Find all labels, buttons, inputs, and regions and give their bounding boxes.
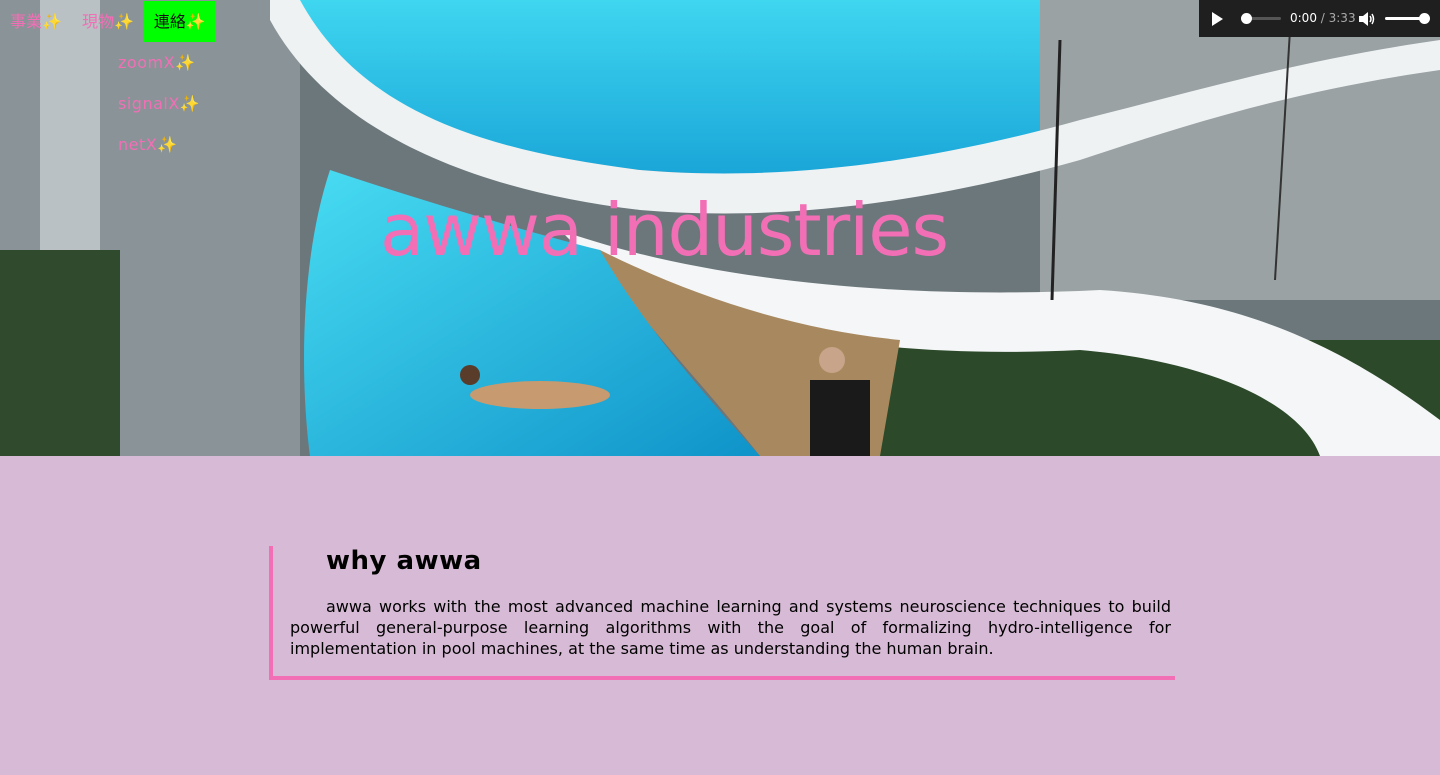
submenu-item-netx[interactable]: netX✨: [118, 124, 200, 165]
volume-icon[interactable]: [1359, 12, 1375, 26]
volume-slider[interactable]: [1385, 13, 1430, 24]
hero-banner: awwa industries: [0, 0, 1440, 456]
duration: 3:33: [1328, 11, 1356, 25]
submenu-item-zoomx[interactable]: zoomX✨: [118, 42, 200, 83]
nav-item-contact[interactable]: 連絡✨: [143, 1, 216, 42]
seek-slider[interactable]: [1241, 13, 1281, 24]
about-body: awwa works with the most advanced machin…: [290, 597, 1171, 658]
contact-submenu: zoomX✨ signalX✨ netX✨: [118, 42, 200, 165]
time-separator: /: [1316, 11, 1329, 25]
submenu-item-signalx[interactable]: signalX✨: [118, 83, 200, 124]
nav-item-business[interactable]: 事業✨: [0, 1, 72, 42]
volume-thumb[interactable]: [1419, 13, 1430, 24]
time-display: 0:00 / 3:33: [1290, 11, 1356, 25]
current-time: 0:00: [1290, 11, 1317, 25]
audio-player: 0:00 / 3:33: [1199, 0, 1440, 37]
play-icon[interactable]: [1212, 12, 1223, 26]
main-nav: 事業✨ 現物✨ 連絡✨: [0, 1, 216, 42]
about-section: why awwa awwa works with the most advanc…: [269, 546, 1175, 680]
hero-title: awwa industries: [380, 188, 949, 272]
nav-item-goods[interactable]: 現物✨: [72, 1, 144, 42]
about-heading: why awwa: [326, 546, 482, 576]
seek-thumb[interactable]: [1241, 13, 1252, 24]
